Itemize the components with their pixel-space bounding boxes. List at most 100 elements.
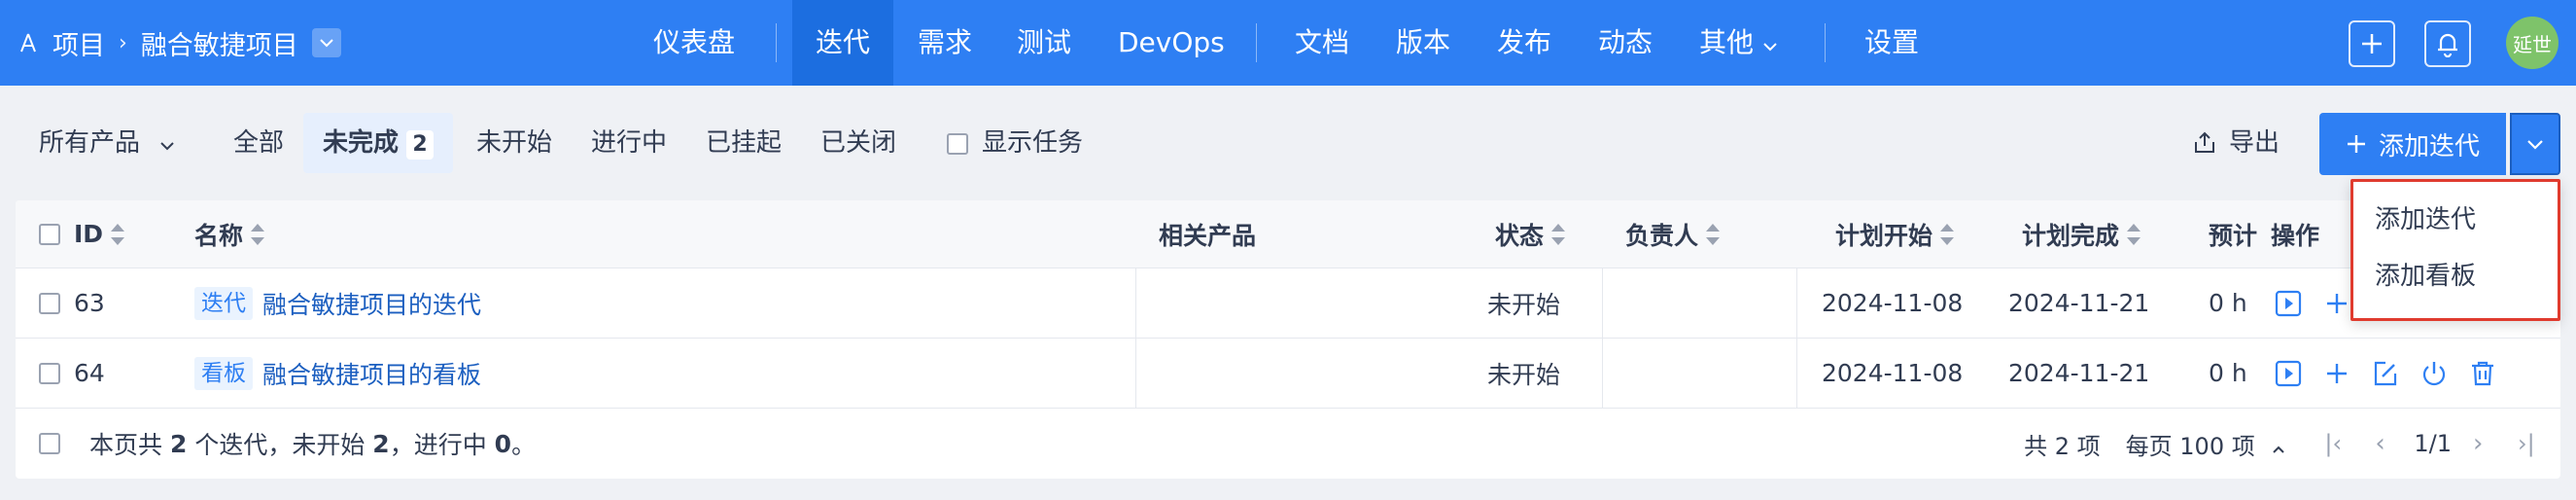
notifications-button[interactable] [2424,20,2471,67]
table-header: ID 名称 相关产品 状态 负责人 计划开始 计划完成 预计 操作 [16,200,2560,268]
page-summary: 本页共 2 个迭代，未开始 2 ，进行中 0。 [89,409,536,479]
export-label: 导出 [2229,128,2280,158]
nav-test[interactable]: 测试 [1017,0,1071,86]
nav-dashboard[interactable]: 仪表盘 [653,0,735,86]
summary-text: 个迭代，未开始 [194,431,366,459]
add-dropdown-toggle[interactable] [2510,113,2560,175]
row-status: 未开始 [1487,290,1561,319]
select-all-checkbox[interactable] [39,200,60,268]
col-status[interactable]: 状态 [1495,200,1566,268]
tab-undone-label: 未完成 [323,128,400,158]
project-switch-button[interactable] [311,28,341,57]
sort-icon [251,223,265,245]
row-checkbox[interactable] [39,268,60,338]
type-tag: 迭代 [194,286,253,320]
tab-suspended[interactable]: 已挂起 [706,113,782,173]
toolbar: 所有产品 全部 未完成 2 未开始 进行中 已挂起 已关闭 显示任务 导出 添加迭… [0,86,2576,200]
divider [776,23,777,62]
add-iteration-label: 添加迭代 [2378,131,2480,161]
col-id-label: ID [74,220,104,248]
avatar[interactable]: 延世 [2506,17,2559,69]
breadcrumb-current[interactable]: 融合敏捷项目 [141,24,298,62]
row-checkbox[interactable] [39,339,60,408]
iteration-table: ID 名称 相关产品 状态 负责人 计划开始 计划完成 预计 操作 63 迭代融… [16,200,2560,479]
col-end[interactable]: 计划完成 [2022,200,2141,268]
breadcrumb: 项目 › 融合敏捷项目 [17,0,341,86]
summary-count: 0 [494,429,512,458]
tab-doing[interactable]: 进行中 [591,113,667,173]
export-button[interactable]: 导出 [2192,113,2280,173]
row-begin: 2024-11-08 [1822,359,1964,387]
menu-item-add-iteration[interactable]: 添加迭代 [2375,196,2476,244]
nav-dynamic[interactable]: 动态 [1598,0,1653,86]
pager-size[interactable]: 每页 100 项 [2126,427,2286,461]
checkbox[interactable] [947,132,968,155]
last-page-icon[interactable]: ›| [2518,430,2560,457]
col-name[interactable]: 名称 [194,200,265,268]
first-page-icon[interactable]: |‹ [2324,430,2375,457]
col-owner-label: 负责人 [1625,221,1699,250]
chevron-down-icon [160,142,174,151]
col-actions: 操作 [2271,221,2320,250]
row-id: 63 [74,289,105,317]
add-iteration-button[interactable]: 添加迭代 [2319,113,2506,175]
row-id: 64 [74,359,105,387]
next-page-icon[interactable]: › [2473,429,2518,458]
summary-count: 2 [372,429,390,458]
menu-item-add-kanban[interactable]: 添加看板 [2375,252,2476,301]
col-owner[interactable]: 负责人 [1625,200,1721,268]
divider [1256,23,1257,62]
start-icon[interactable] [2273,358,2304,389]
row-end: 2024-11-21 [2008,359,2150,387]
row-name[interactable]: 看板 融合敏捷项目的看板 [194,339,481,408]
sort-icon [2127,223,2141,245]
nav-story[interactable]: 需求 [918,0,972,86]
product-filter-label: 所有产品 [39,128,141,158]
prev-page-icon[interactable]: ‹ [2375,429,2414,458]
power-icon[interactable] [2419,358,2450,389]
row-name-link[interactable]: 融合敏捷项目的迭代 [262,286,481,321]
plus-icon[interactable] [2321,358,2352,389]
trash-icon[interactable] [2467,358,2498,389]
col-status-label: 状态 [1495,221,1545,250]
col-name-label: 名称 [194,221,244,250]
col-begin-label: 计划开始 [1835,221,1933,250]
product-filter[interactable]: 所有产品 [39,113,175,173]
nav-devops[interactable]: DevOps [1118,0,1225,86]
page-indicator: 1/1 [2414,430,2452,457]
table-row: 64 看板 融合敏捷项目的看板 未开始 2024-11-08 2024-11-21… [16,339,2560,409]
tab-wait[interactable]: 未开始 [476,113,552,173]
nav-more[interactable]: 其他 [1699,0,1778,86]
nav-doc[interactable]: 文档 [1295,0,1349,86]
plus-icon[interactable] [2321,288,2352,319]
nav-iteration[interactable]: 迭代 [792,0,893,86]
footer-checkbox[interactable] [39,409,60,479]
nav-more-label: 其他 [1699,26,1755,58]
nav-settings[interactable]: 设置 [1864,0,1919,86]
create-button[interactable] [2349,20,2395,67]
row-estimate: 0 h [2209,359,2247,387]
sort-icon [111,223,125,245]
tab-undone[interactable]: 未完成 2 [303,113,454,173]
pager-size-label: 每页 100 项 [2125,432,2255,460]
table-row: 63 迭代 融合敏捷项目的迭代 未开始 2024-11-08 2024-11-21… [16,268,2560,339]
pager: 共 2 项 每页 100 项 |‹ ‹ 1/1 › ›| [2024,409,2560,479]
row-name[interactable]: 迭代 融合敏捷项目的迭代 [194,268,481,338]
col-end-label: 计划完成 [2022,221,2120,250]
row-name-link[interactable]: 融合敏捷项目的看板 [262,356,481,391]
nav-build[interactable]: 版本 [1396,0,1450,86]
col-begin[interactable]: 计划开始 [1835,200,1955,268]
row-end: 2024-11-21 [2008,289,2150,317]
col-id[interactable]: ID [74,200,125,268]
breadcrumb-root[interactable]: 项目 [52,24,105,62]
tab-closed[interactable]: 已关闭 [820,113,896,173]
chevron-down-icon [2527,139,2543,150]
bell-icon [2438,33,2457,57]
col-estimate: 预计 [2209,221,2258,250]
start-icon[interactable] [2273,288,2304,319]
show-tasks-toggle[interactable]: 显示任务 [947,113,1083,173]
edit-icon[interactable] [2370,358,2401,389]
tab-all[interactable]: 全部 [233,113,284,173]
nav-release[interactable]: 发布 [1497,0,1551,86]
chevron-up-icon [2273,446,2285,453]
